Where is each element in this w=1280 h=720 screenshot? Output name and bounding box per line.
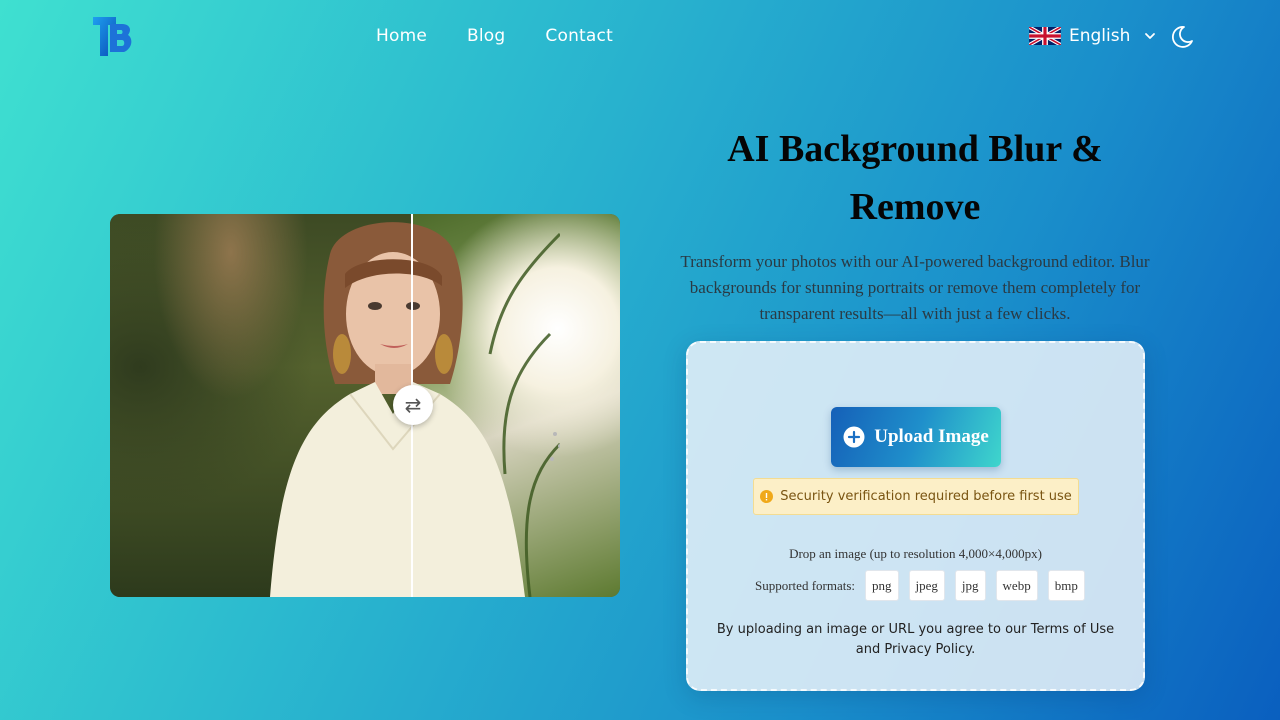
supported-formats: Supported formats: png jpeg jpg webp bmp bbox=[755, 570, 1085, 601]
main-nav: Home Blog Contact bbox=[376, 26, 613, 46]
format-chip-jpeg: jpeg bbox=[908, 570, 945, 601]
terms-notice: By uploading an image or URL you agree t… bbox=[716, 622, 1115, 657]
site-header: Home Blog Contact English bbox=[0, 0, 1280, 74]
security-warning-banner: Security verification required before fi… bbox=[753, 478, 1079, 515]
format-chip-webp: webp bbox=[995, 570, 1038, 601]
nav-blog-link[interactable]: Blog bbox=[467, 26, 505, 46]
upload-button-label: Upload Image bbox=[874, 426, 989, 447]
chevron-down-icon bbox=[1145, 33, 1156, 39]
upload-image-button[interactable]: Upload Image bbox=[831, 407, 1001, 467]
moon-icon[interactable] bbox=[1170, 25, 1194, 49]
language-label: English bbox=[1069, 26, 1131, 46]
upload-dropzone[interactable]: Upload Image Security verification requi… bbox=[686, 341, 1145, 691]
warning-icon bbox=[760, 490, 774, 503]
tb-logo-icon[interactable] bbox=[92, 16, 134, 58]
format-chip-jpg: jpg bbox=[954, 570, 986, 601]
swap-arrows-icon[interactable]: ⇄ bbox=[393, 385, 433, 425]
before-after-preview[interactable]: ⇄ bbox=[110, 214, 620, 597]
format-chip-bmp: bmp bbox=[1047, 570, 1085, 601]
page-title: AI Background Blur & Remove bbox=[727, 128, 1103, 228]
warning-text: Security verification required before fi… bbox=[780, 489, 1072, 504]
nav-contact-link[interactable]: Contact bbox=[545, 26, 613, 46]
nav-home-link[interactable]: Home bbox=[376, 26, 427, 46]
language-selector[interactable]: English bbox=[1029, 26, 1156, 46]
format-chip-png: png bbox=[865, 570, 899, 601]
drop-instructions: Drop an image (up to resolution 4,000×4,… bbox=[789, 546, 1042, 561]
page-description: Transform your photos with our AI-powere… bbox=[680, 252, 1150, 323]
plus-circle-icon bbox=[843, 426, 865, 448]
formats-label: Supported formats: bbox=[755, 577, 856, 593]
uk-flag-icon bbox=[1029, 27, 1061, 45]
